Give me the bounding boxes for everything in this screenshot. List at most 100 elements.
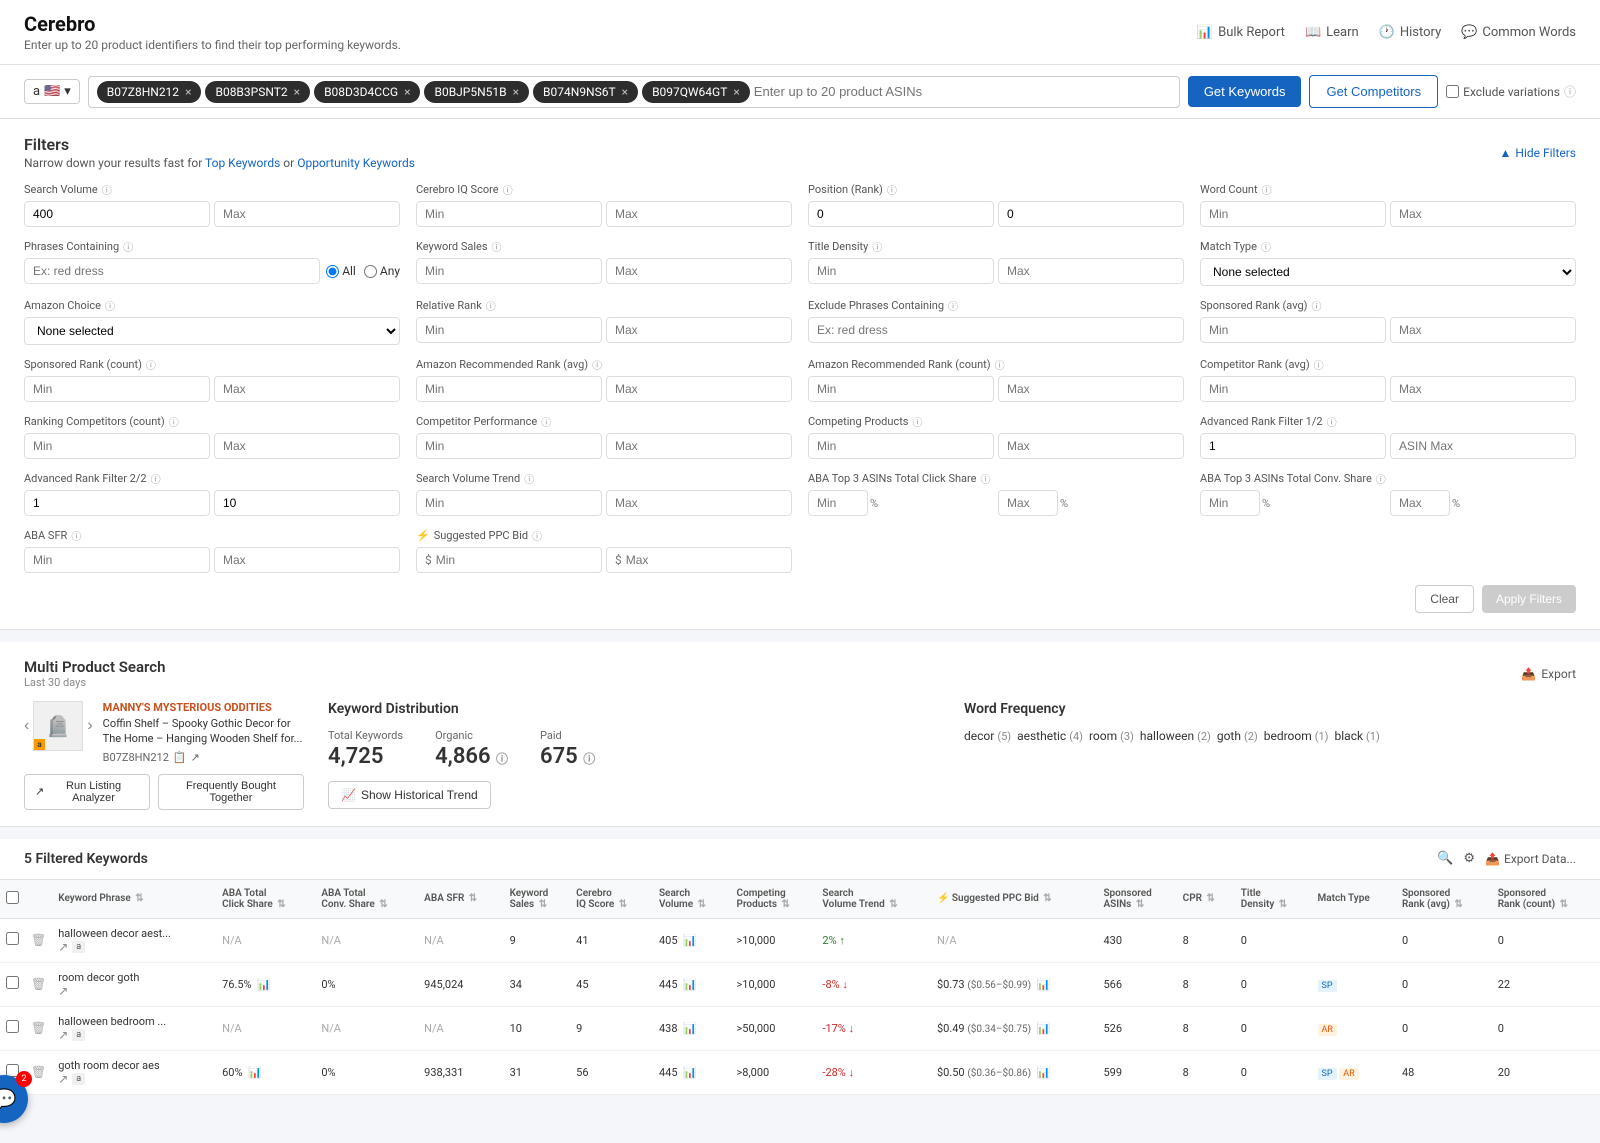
competitor-performance-min[interactable] — [416, 433, 602, 459]
common-words-btn[interactable]: 💬 Common Words — [1461, 25, 1576, 40]
relative-rank-min[interactable] — [416, 317, 602, 343]
th-search-volume[interactable]: SearchVolume ⇅ — [653, 880, 731, 919]
phrases-containing-input[interactable] — [24, 258, 320, 284]
match-type-select[interactable]: None selected — [1200, 258, 1576, 286]
aba-sfr-max[interactable] — [214, 547, 400, 573]
aba-chart-4[interactable]: 📊 — [248, 1066, 262, 1079]
external-link-icon[interactable]: ↗ — [191, 751, 200, 764]
asin-tag-2[interactable]: B08B3PSNT2 × — [205, 81, 310, 103]
competitor-rank-avg-info-icon[interactable]: ⓘ — [1314, 357, 1324, 372]
amz-rec-rank-count-info-icon[interactable]: ⓘ — [995, 357, 1005, 372]
amz-rec-rank-avg-min[interactable] — [416, 376, 602, 402]
exclude-phrases-input[interactable] — [808, 317, 1184, 343]
asin-tag-6[interactable]: B097QW64GT × — [642, 81, 750, 103]
competitor-rank-avg-min[interactable] — [1200, 376, 1386, 402]
asin-tag-3[interactable]: B08D3D4CCG × — [314, 81, 420, 103]
vol-chart-icon-1[interactable]: 📊 — [683, 934, 697, 947]
amazon-choice-select[interactable]: None selected — [24, 317, 400, 345]
ppc-bid-info-icon[interactable]: ⓘ — [532, 528, 542, 543]
td-check-3[interactable] — [0, 1006, 25, 1050]
position-rank-info-icon[interactable]: ⓘ — [887, 182, 897, 197]
remove-asin-2[interactable]: × — [294, 85, 300, 99]
phrases-containing-info-icon[interactable]: ⓘ — [123, 239, 133, 254]
product-next-btn[interactable]: › — [87, 717, 92, 735]
td-del-1[interactable]: 🗑 — [25, 918, 52, 962]
ranking-competitors-min[interactable] — [24, 433, 210, 459]
row-check-3[interactable] — [6, 1020, 19, 1033]
sponsored-rank-count-max[interactable] — [214, 376, 400, 402]
aba-conv-share-info-icon[interactable]: ⓘ — [1376, 471, 1386, 486]
ranking-competitors-max[interactable] — [214, 433, 400, 459]
sponsored-rank-avg-max[interactable] — [1390, 317, 1576, 343]
position-rank-max[interactable] — [998, 201, 1184, 227]
sponsored-rank-count-min[interactable] — [24, 376, 210, 402]
sponsored-rank-count-info-icon[interactable]: ⓘ — [146, 357, 156, 372]
word-count-max[interactable] — [1390, 201, 1576, 227]
remove-asin-3[interactable]: × — [404, 85, 410, 99]
td-del-3[interactable]: 🗑 — [25, 1006, 52, 1050]
th-select-all[interactable] — [0, 880, 25, 919]
ppc-chart-2[interactable]: 📊 — [1037, 978, 1051, 991]
advanced-rank-1-min[interactable] — [1200, 433, 1386, 459]
apply-filters-button[interactable]: Apply Filters — [1482, 585, 1576, 613]
remove-asin-4[interactable]: × — [513, 85, 519, 99]
aba-conv-share-min[interactable] — [1200, 490, 1260, 516]
vol-chart-icon-4[interactable]: 📊 — [683, 1066, 697, 1079]
settings-icon[interactable]: ⚙ — [1463, 851, 1475, 866]
search-volume-max[interactable] — [214, 201, 400, 227]
search-volume-trend-min[interactable] — [416, 490, 602, 516]
ppc-chart-4[interactable]: 📊 — [1037, 1066, 1051, 1079]
asin-input-area[interactable]: B07Z8HN212 × B08B3PSNT2 × B08D3D4CCG × B… — [88, 76, 1180, 108]
hide-filters-btn[interactable]: ▲ Hide Filters — [1500, 146, 1577, 160]
competitor-rank-avg-max[interactable] — [1390, 376, 1576, 402]
search-volume-trend-info-icon[interactable]: ⓘ — [524, 471, 534, 486]
position-rank-min[interactable] — [808, 201, 994, 227]
link-icon-2[interactable]: ↗ — [58, 984, 68, 998]
asin-tag-1[interactable]: B07Z8HN212 × — [97, 81, 202, 103]
country-selector[interactable]: a 🇺🇸 ▾ — [24, 79, 80, 104]
ppc-bid-min-input[interactable] — [436, 553, 593, 567]
th-title-density[interactable]: TitleDensity ⇅ — [1235, 880, 1312, 919]
search-icon[interactable]: 🔍 — [1437, 851, 1453, 866]
organic-info-icon[interactable]: ⓘ — [496, 752, 508, 766]
th-sp-rank-count[interactable]: SponsoredRank (count) ⇅ — [1492, 880, 1600, 919]
select-all-checkbox[interactable] — [6, 891, 19, 904]
vol-chart-icon-3[interactable]: 📊 — [683, 1022, 697, 1035]
link-icon-1[interactable]: ↗ — [58, 940, 68, 954]
th-aba-conv-share[interactable]: ABA TotalConv. Share ⇅ — [315, 880, 418, 919]
delete-row-2-icon[interactable]: 🗑 — [31, 977, 46, 991]
th-match-type[interactable]: Match Type — [1312, 880, 1396, 919]
th-sponsored-asins[interactable]: SponsoredASINs ⇅ — [1097, 880, 1176, 919]
history-btn[interactable]: 🕐 History — [1379, 25, 1442, 40]
asin-search-input[interactable] — [754, 81, 1171, 103]
get-competitors-button[interactable]: Get Competitors — [1309, 75, 1438, 108]
remove-asin-6[interactable]: × — [733, 85, 739, 99]
cerebro-iq-info-icon[interactable]: ⓘ — [503, 182, 513, 197]
advanced-rank-1-max[interactable] — [1390, 433, 1576, 459]
td-del-2[interactable]: 🗑 — [25, 962, 52, 1006]
chat-button[interactable]: 💬 2 — [0, 1075, 28, 1123]
link-icon-4[interactable]: ↗ — [58, 1072, 68, 1086]
th-competing-products[interactable]: CompetingProducts ⇅ — [731, 880, 817, 919]
ppc-chart-3[interactable]: 📊 — [1037, 1022, 1051, 1035]
ranking-competitors-info-icon[interactable]: ⓘ — [169, 414, 179, 429]
title-density-max[interactable] — [998, 258, 1184, 284]
aba-chart-2[interactable]: 📊 — [257, 978, 271, 991]
cerebro-iq-max[interactable] — [606, 201, 792, 227]
td-check-1[interactable] — [0, 918, 25, 962]
competing-products-min[interactable] — [808, 433, 994, 459]
export-button[interactable]: 📤 Export — [1521, 667, 1576, 681]
amz-rec-rank-count-max[interactable] — [998, 376, 1184, 402]
sponsored-rank-avg-min[interactable] — [1200, 317, 1386, 343]
delete-row-4-icon[interactable]: 🗑 — [31, 1065, 46, 1079]
word-count-info-icon[interactable]: ⓘ — [1262, 182, 1272, 197]
exclude-phrases-info-icon[interactable]: ⓘ — [948, 298, 958, 313]
asin-tag-5[interactable]: B074N9NS6T × — [533, 81, 638, 103]
title-density-info-icon[interactable]: ⓘ — [872, 239, 882, 254]
product-prev-btn[interactable]: ‹ — [24, 717, 29, 735]
competing-products-info-icon[interactable]: ⓘ — [912, 414, 922, 429]
keyword-sales-info-icon[interactable]: ⓘ — [492, 239, 502, 254]
export-data-btn[interactable]: 📤 Export Data... — [1485, 852, 1576, 866]
aba-click-share-info-icon[interactable]: ⓘ — [980, 471, 990, 486]
amazon-choice-info-icon[interactable]: ⓘ — [105, 298, 115, 313]
